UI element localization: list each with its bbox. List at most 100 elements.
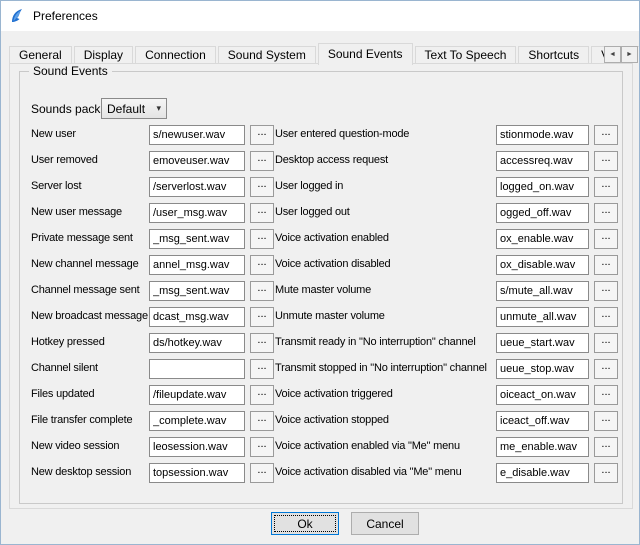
browse-button[interactable]: ... [250, 463, 274, 483]
sound-file-input[interactable] [149, 463, 245, 483]
event-label: Voice activation enabled via "Me" menu [275, 440, 460, 452]
sound-file-input[interactable] [149, 255, 245, 275]
browse-button[interactable]: ... [594, 359, 618, 379]
browse-button[interactable]: ... [594, 177, 618, 197]
browse-button[interactable]: ... [250, 411, 274, 431]
browse-button[interactable]: ... [594, 411, 618, 431]
event-label: New video session [31, 440, 119, 452]
event-label: Hotkey pressed [31, 336, 105, 348]
browse-button[interactable]: ... [250, 151, 274, 171]
groupbox-title: Sound Events [29, 64, 112, 78]
tab-shortcuts[interactable]: Shortcuts [518, 46, 589, 63]
sound-file-input[interactable] [496, 307, 589, 327]
event-label: Voice activation triggered [275, 388, 393, 400]
sound-file-input[interactable] [149, 229, 245, 249]
sound-file-input[interactable] [149, 203, 245, 223]
sound-file-input[interactable] [496, 255, 589, 275]
sound-file-input[interactable] [149, 151, 245, 171]
tab-scroll-left-icon[interactable]: ◄ [604, 46, 621, 63]
sound-event-row: Private message sent ... Voice activatio… [1, 229, 640, 249]
browse-button[interactable]: ... [594, 437, 618, 457]
tab-text-to-speech[interactable]: Text To Speech [415, 46, 517, 63]
browse-button[interactable]: ... [250, 125, 274, 145]
sound-file-input[interactable] [496, 281, 589, 301]
browse-button[interactable]: ... [250, 255, 274, 275]
browse-button[interactable]: ... [594, 281, 618, 301]
browse-button[interactable]: ... [594, 307, 618, 327]
browse-button[interactable]: ... [594, 255, 618, 275]
sound-file-input[interactable] [496, 411, 589, 431]
sound-file-input[interactable] [149, 437, 245, 457]
tab-scroll-right-icon[interactable]: ► [621, 46, 638, 63]
event-label: User entered question-mode [275, 128, 409, 140]
event-label: User removed [31, 154, 98, 166]
sound-file-input[interactable] [496, 177, 589, 197]
sound-file-input[interactable] [149, 385, 245, 405]
tab-connection[interactable]: Connection [135, 46, 216, 63]
tab-sound-events[interactable]: Sound Events [318, 43, 413, 65]
event-label: Desktop access request [275, 154, 388, 166]
event-label: Channel message sent [31, 284, 140, 296]
sound-file-input[interactable] [149, 281, 245, 301]
sounds-pack-select[interactable]: Default ▾ [101, 98, 167, 119]
sound-file-input[interactable] [149, 411, 245, 431]
tab-bar: General Display Connection Sound System … [9, 42, 640, 64]
sound-file-input[interactable] [496, 125, 589, 145]
browse-button[interactable]: ... [594, 463, 618, 483]
event-label: Files updated [31, 388, 94, 400]
tab-general[interactable]: General [9, 46, 72, 63]
event-label: File transfer complete [31, 414, 132, 426]
event-label: Transmit ready in "No interruption" chan… [275, 336, 476, 348]
browse-button[interactable]: ... [594, 385, 618, 405]
sound-file-input[interactable] [496, 333, 589, 353]
sound-file-input[interactable] [496, 151, 589, 171]
sound-file-input[interactable] [496, 229, 589, 249]
cancel-button[interactable]: Cancel [351, 512, 419, 535]
preferences-dialog: Preferences General Display Connection S… [0, 0, 640, 545]
sound-event-row: New broadcast message ... Unmute master … [1, 307, 640, 327]
event-label: Mute master volume [275, 284, 371, 296]
sound-file-input[interactable] [496, 437, 589, 457]
browse-button[interactable]: ... [250, 359, 274, 379]
event-label: Private message sent [31, 232, 133, 244]
chevron-down-icon: ▾ [156, 103, 161, 114]
browse-button[interactable]: ... [250, 437, 274, 457]
sound-file-input[interactable] [496, 463, 589, 483]
event-label: New broadcast message [31, 310, 148, 322]
browse-button[interactable]: ... [594, 125, 618, 145]
sound-file-input[interactable] [496, 385, 589, 405]
browse-button[interactable]: ... [250, 229, 274, 249]
ok-button[interactable]: Ok [271, 512, 339, 535]
browse-button[interactable]: ... [594, 151, 618, 171]
browse-button[interactable]: ... [250, 177, 274, 197]
browse-button[interactable]: ... [594, 333, 618, 353]
browse-button[interactable]: ... [594, 229, 618, 249]
sound-event-row: Channel message sent ... Mute master vol… [1, 281, 640, 301]
sound-file-input[interactable] [149, 177, 245, 197]
sound-file-input[interactable] [496, 359, 589, 379]
sound-event-row: File transfer complete ... Voice activat… [1, 411, 640, 431]
tab-scroller: ◄ ► [604, 46, 638, 63]
event-label: New channel message [31, 258, 138, 270]
browse-button[interactable]: ... [594, 203, 618, 223]
sound-file-input[interactable] [496, 203, 589, 223]
event-label: Server lost [31, 180, 81, 192]
sound-file-input[interactable] [149, 359, 245, 379]
event-label: Voice activation stopped [275, 414, 389, 426]
event-label: New user [31, 128, 76, 140]
sound-file-input[interactable] [149, 125, 245, 145]
browse-button[interactable]: ... [250, 203, 274, 223]
sound-file-input[interactable] [149, 307, 245, 327]
tab-sound-system[interactable]: Sound System [218, 46, 316, 63]
browse-button[interactable]: ... [250, 385, 274, 405]
sound-file-input[interactable] [149, 333, 245, 353]
browse-button[interactable]: ... [250, 333, 274, 353]
sound-event-row: New user message ... User logged out ... [1, 203, 640, 223]
sound-event-row: New video session ... Voice activation e… [1, 437, 640, 457]
titlebar: Preferences [1, 1, 639, 31]
browse-button[interactable]: ... [250, 281, 274, 301]
tab-display[interactable]: Display [74, 46, 133, 63]
sound-event-row: Server lost ... User logged in ... [1, 177, 640, 197]
browse-button[interactable]: ... [250, 307, 274, 327]
sound-event-row: User removed ... Desktop access request … [1, 151, 640, 171]
